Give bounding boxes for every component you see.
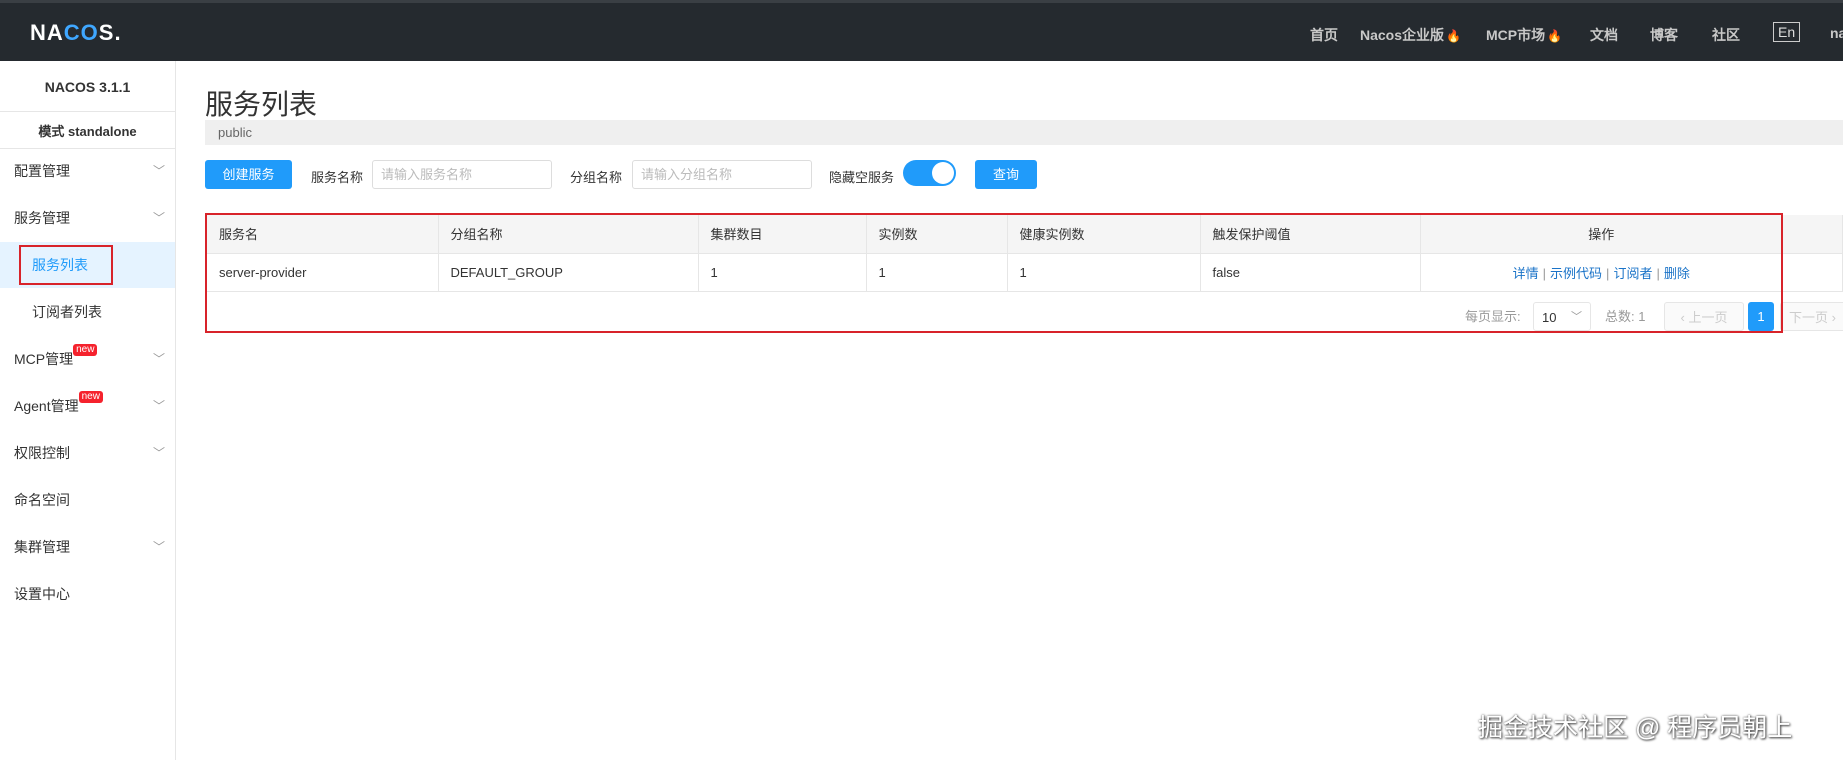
hide-empty-toggle[interactable] bbox=[903, 160, 956, 186]
sidebar-item-namespace[interactable]: 命名空间 bbox=[0, 477, 175, 523]
col-header: 服务名 bbox=[207, 215, 439, 254]
query-button[interactable]: 查询 bbox=[975, 160, 1037, 189]
chevron-down-icon: ﹀ bbox=[152, 352, 165, 366]
subscribers-link[interactable]: 订阅者 bbox=[1613, 266, 1652, 281]
chevron-down-icon: ﹀ bbox=[152, 164, 165, 178]
highlight-box bbox=[19, 245, 113, 285]
menu-label: 权限控制 bbox=[14, 445, 70, 461]
chevron-down-icon: ﹀ bbox=[1571, 311, 1582, 323]
menu-label: 配置管理 bbox=[14, 163, 70, 179]
top-header: NACOS. 首页 Nacos企业版 🔥 MCP市场 🔥 文档 博客 社区 En n… bbox=[0, 0, 1843, 61]
create-service-button[interactable]: 创建服务 bbox=[205, 160, 292, 189]
col-header: 分组名称 bbox=[438, 215, 699, 254]
nav-blog[interactable]: 博客 bbox=[1650, 25, 1678, 45]
cell-actions: 详情 | 示例代码 | 订阅者 | 删除 bbox=[1420, 253, 1843, 292]
service-table: 服务名 分组名称 集群数目 实例数 健康实例数 触发保护阈值 操作 server… bbox=[207, 215, 1843, 292]
sidebar-item-cluster[interactable]: 集群管理 ﹀ bbox=[0, 524, 175, 570]
nav-label: MCP市场 bbox=[1486, 27, 1546, 43]
total-count: 总数: 1 bbox=[1605, 302, 1645, 331]
page-1-button[interactable]: 1 bbox=[1748, 302, 1774, 331]
divider bbox=[0, 111, 175, 112]
nacos-logo[interactable]: NACOS. bbox=[30, 20, 122, 46]
version-label: NACOS 3.1.1 bbox=[44, 79, 131, 95]
next-label: 下一页 bbox=[1789, 310, 1829, 325]
sidebar-item-mcp[interactable]: MCP管理new ﹀ bbox=[0, 336, 175, 382]
nav-community[interactable]: 社区 bbox=[1712, 25, 1740, 45]
page-size-select[interactable]: 10 ﹀ bbox=[1533, 302, 1591, 331]
detail-link[interactable]: 详情 bbox=[1513, 266, 1539, 281]
col-header: 健康实例数 bbox=[1007, 215, 1201, 254]
menu-label: 服务管理 bbox=[14, 210, 70, 226]
chevron-down-icon: ﹀ bbox=[152, 540, 165, 554]
col-header: 操作 bbox=[1420, 215, 1843, 254]
next-page-button[interactable]: 下一页 › bbox=[1780, 302, 1843, 331]
page-size-label: 每页显示: bbox=[1465, 309, 1521, 324]
total-label: 总数: bbox=[1605, 309, 1635, 324]
page-title: 服务列表 bbox=[205, 89, 318, 120]
menu-label: MCP管理 bbox=[14, 351, 74, 367]
cell-threshold: false bbox=[1200, 253, 1421, 292]
new-badge: new bbox=[73, 344, 98, 356]
sidebar-item-service-mgmt[interactable]: 服务管理 ﹀ bbox=[0, 195, 175, 241]
prev-label: 上一页 bbox=[1688, 310, 1728, 325]
hide-empty-label: 隐藏空服务 bbox=[829, 170, 895, 185]
sidebar-item-agent[interactable]: Agent管理new ﹀ bbox=[0, 383, 175, 429]
sample-code-link[interactable]: 示例代码 bbox=[1550, 266, 1602, 281]
cell-instances: 1 bbox=[866, 253, 1008, 292]
col-header: 集群数目 bbox=[698, 215, 867, 254]
cell-group: DEFAULT_GROUP bbox=[438, 253, 699, 292]
nav-label: Nacos企业版 bbox=[1360, 27, 1445, 43]
mode-label: 模式 standalone bbox=[38, 124, 137, 139]
sidebar-item-auth[interactable]: 权限控制 ﹀ bbox=[0, 430, 175, 476]
total-value: 1 bbox=[1638, 309, 1646, 324]
sidebar-item-settings[interactable]: 设置中心 bbox=[0, 571, 175, 617]
cell-healthy: 1 bbox=[1007, 253, 1201, 292]
service-name-label: 服务名称 bbox=[311, 170, 364, 185]
cell-name: server-provider bbox=[207, 253, 439, 292]
nav-docs[interactable]: 文档 bbox=[1590, 25, 1618, 45]
menu-label: Agent管理 bbox=[14, 398, 79, 414]
fire-icon: 🔥 bbox=[1446, 29, 1461, 43]
toggle-knob bbox=[932, 162, 954, 184]
nav-home[interactable]: 首页 bbox=[1310, 25, 1338, 45]
cell-clusters: 1 bbox=[698, 253, 867, 292]
col-header: 实例数 bbox=[866, 215, 1008, 254]
user-menu[interactable]: na bbox=[1830, 25, 1843, 41]
group-name-label: 分组名称 bbox=[570, 170, 623, 185]
prev-page-button[interactable]: ‹ 上一页 bbox=[1664, 302, 1744, 331]
table-row: server-provider DEFAULT_GROUP 1 1 1 fals… bbox=[207, 253, 1843, 292]
service-name-input[interactable] bbox=[372, 160, 552, 189]
chevron-down-icon: ﹀ bbox=[152, 399, 165, 413]
watermark: 掘金技术社区 @ 程序员朝上 bbox=[1478, 714, 1793, 742]
group-name-input[interactable] bbox=[632, 160, 812, 189]
nav-enterprise[interactable]: Nacos企业版 🔥 bbox=[1360, 25, 1461, 45]
new-badge: new bbox=[78, 391, 103, 403]
nav-mcp-market[interactable]: MCP市场 🔥 bbox=[1486, 25, 1562, 45]
chevron-right-icon: › bbox=[1828, 310, 1836, 325]
fire-icon: 🔥 bbox=[1547, 29, 1563, 43]
table-header: 服务名 分组名称 集群数目 实例数 健康实例数 触发保护阈值 操作 bbox=[207, 215, 1843, 254]
sidebar: NACOS 3.1.1 模式 standalone 配置管理 ﹀ 服务管理 ﹀ 服务… bbox=[0, 61, 176, 760]
language-toggle[interactable]: En bbox=[1773, 22, 1801, 42]
namespace-bar[interactable]: public bbox=[205, 120, 1843, 145]
sidebar-item-config[interactable]: 配置管理 ﹀ bbox=[0, 148, 175, 194]
chevron-down-icon: ﹀ bbox=[152, 211, 165, 225]
sidebar-item-subscribers[interactable]: 订阅者列表 bbox=[0, 289, 175, 335]
menu-label: 集群管理 bbox=[14, 539, 70, 555]
page-size-value: 10 bbox=[1542, 310, 1557, 325]
delete-link[interactable]: 删除 bbox=[1664, 266, 1690, 281]
col-header: 触发保护阈值 bbox=[1200, 215, 1421, 254]
chevron-down-icon: ﹀ bbox=[152, 446, 165, 460]
